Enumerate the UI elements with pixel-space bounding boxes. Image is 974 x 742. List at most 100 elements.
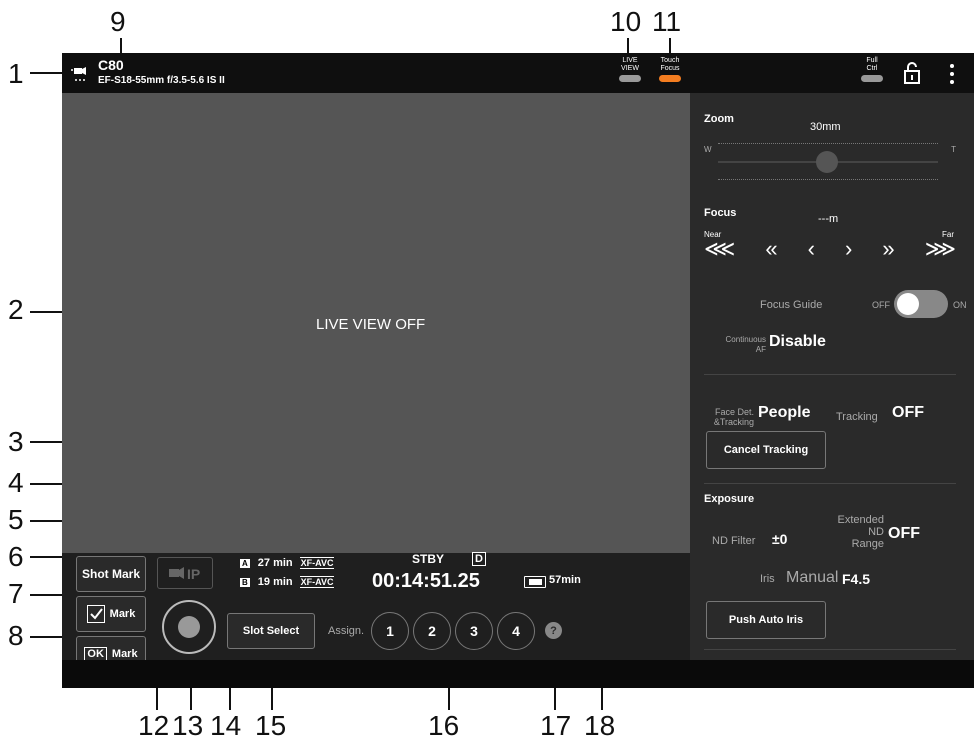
slot-b-icon: B [240,577,250,587]
live-view-label: LIVE VIEW [621,57,639,72]
zoom-label: Zoom [704,113,734,125]
focus-far-fast-button[interactable]: ⋙ [925,238,956,260]
focus-buttons: ⋘ « ‹ › » ⋙ [704,238,956,260]
record-icon [178,616,200,638]
callout-13: 13 [172,710,204,741]
ip-streaming-icon: IP [157,557,213,589]
iris-label: Iris [760,573,775,585]
bottom-bar: Shot Mark Mark OK Mark IP A 27 min XF-AV… [62,552,690,672]
tracking-value: OFF [892,404,924,421]
camera-model: C80 [98,57,124,73]
callout-5: 5 [8,504,24,535]
divider-3 [704,649,956,650]
continuous-af-label: Continuous AF [725,335,766,354]
face-det-value[interactable]: People [758,404,810,422]
lens-name: EF-S18-55mm f/3.5-5.6 IS II [98,75,225,86]
focus-near-medium-button[interactable]: « [765,238,777,260]
callout-8: 8 [8,620,24,651]
nd-filter-label: ND Filter [712,535,756,547]
focus-value: ---m [818,213,839,225]
footer-bar [62,660,974,688]
check-mark-button[interactable]: Mark [76,596,146,632]
extended-nd-label: Extended ND Range [837,514,884,550]
help-icon[interactable]: ? [545,622,562,639]
slot-a-format: XF-AVC [299,557,335,569]
shot-mark-button[interactable]: Shot Mark [76,556,146,592]
callout-14: 14 [210,710,242,741]
slot-a-time: 27 min [257,557,293,569]
face-det-label: Face Det. &Tracking [713,407,754,427]
battery-icon [524,576,546,588]
top-bar: C80 EF-S18-55mm f/3.5-5.6 IS II LIVE VIE… [62,53,974,93]
callout-10: 10 [610,6,642,37]
checkmark-icon [86,605,105,623]
push-auto-iris-button[interactable]: Push Auto Iris [706,601,826,639]
iris-value[interactable]: F4.5 [842,571,870,587]
focus-far-medium-button[interactable]: » [882,238,894,260]
zoom-value: 30mm [810,121,841,133]
d-mode-icon: D [472,552,486,566]
callout-12: 12 [138,710,170,741]
slot-select-button[interactable]: Slot Select [227,613,315,649]
live-view-switch [619,75,641,82]
divider-2 [704,483,956,484]
exposure-label: Exposure [704,493,755,505]
slot-b-format: XF-AVC [299,576,335,588]
callout-1: 1 [8,58,24,89]
zoom-slider-knob[interactable] [816,151,838,173]
check-mark-label: Mark [109,608,136,620]
focus-far-slow-button[interactable]: › [845,238,852,260]
callout-4: 4 [8,467,24,498]
callout-7: 7 [8,578,24,609]
divider-1 [704,374,956,375]
callout-16: 16 [428,710,460,741]
unlock-icon[interactable] [902,61,922,85]
callout-line-10 [627,38,629,54]
touch-focus-toggle[interactable]: Touch Focus [650,57,690,82]
zoom-t-label: T [951,145,956,154]
slot-b-info: B 19 min XF-AVC [240,576,335,588]
slot-a-icon: A [240,558,250,568]
focus-guide-on-label: ON [953,300,967,310]
iris-mode[interactable]: Manual [786,569,838,587]
callout-11: 11 [652,6,682,37]
callout-6: 6 [8,541,24,572]
tracking-label: Tracking [836,411,878,423]
callout-15: 15 [255,710,287,741]
callout-2: 2 [8,294,24,325]
callout-18: 18 [584,710,616,741]
live-view-area[interactable]: LIVE VIEW OFF [62,93,690,553]
timecode: 00:14:51.25 [372,570,480,592]
callout-17: 17 [540,710,572,741]
callout-9: 9 [110,6,126,37]
assign-button-4[interactable]: 4 [497,612,535,650]
continuous-af-value[interactable]: Disable [769,333,826,351]
camera-icon [70,65,92,83]
live-view-toggle[interactable]: LIVE VIEW [610,57,650,82]
cancel-tracking-button[interactable]: Cancel Tracking [706,431,826,469]
touch-focus-label: Touch Focus [660,57,680,72]
more-menu-icon[interactable] [948,62,956,86]
ok-mark-label: Mark [111,648,138,660]
battery-remaining: 57min [549,574,581,586]
zoom-slider[interactable]: W T [704,143,956,183]
focus-guide-toggle[interactable] [894,290,948,318]
focus-label: Focus [704,207,737,219]
full-ctrl-switch [861,75,883,82]
full-ctrl-toggle[interactable]: Full Ctrl [852,57,892,82]
assign-button-2[interactable]: 2 [413,612,451,650]
focus-guide-label: Focus Guide [760,299,823,311]
slot-a-info: A 27 min XF-AVC [240,557,335,569]
record-button[interactable] [162,600,216,654]
callout-3: 3 [8,426,24,457]
assign-button-3[interactable]: 3 [455,612,493,650]
focus-near-slow-button[interactable]: ‹ [808,238,815,260]
assign-button-1[interactable]: 1 [371,612,409,650]
extended-nd-value[interactable]: OFF [888,525,920,543]
nd-filter-value[interactable]: ±0 [772,531,787,547]
full-ctrl-label: Full Ctrl [866,57,878,72]
live-view-status: LIVE VIEW OFF [316,316,426,333]
zoom-w-label: W [704,145,712,154]
focus-near-fast-button[interactable]: ⋘ [704,238,735,260]
callout-line-11 [669,38,671,54]
